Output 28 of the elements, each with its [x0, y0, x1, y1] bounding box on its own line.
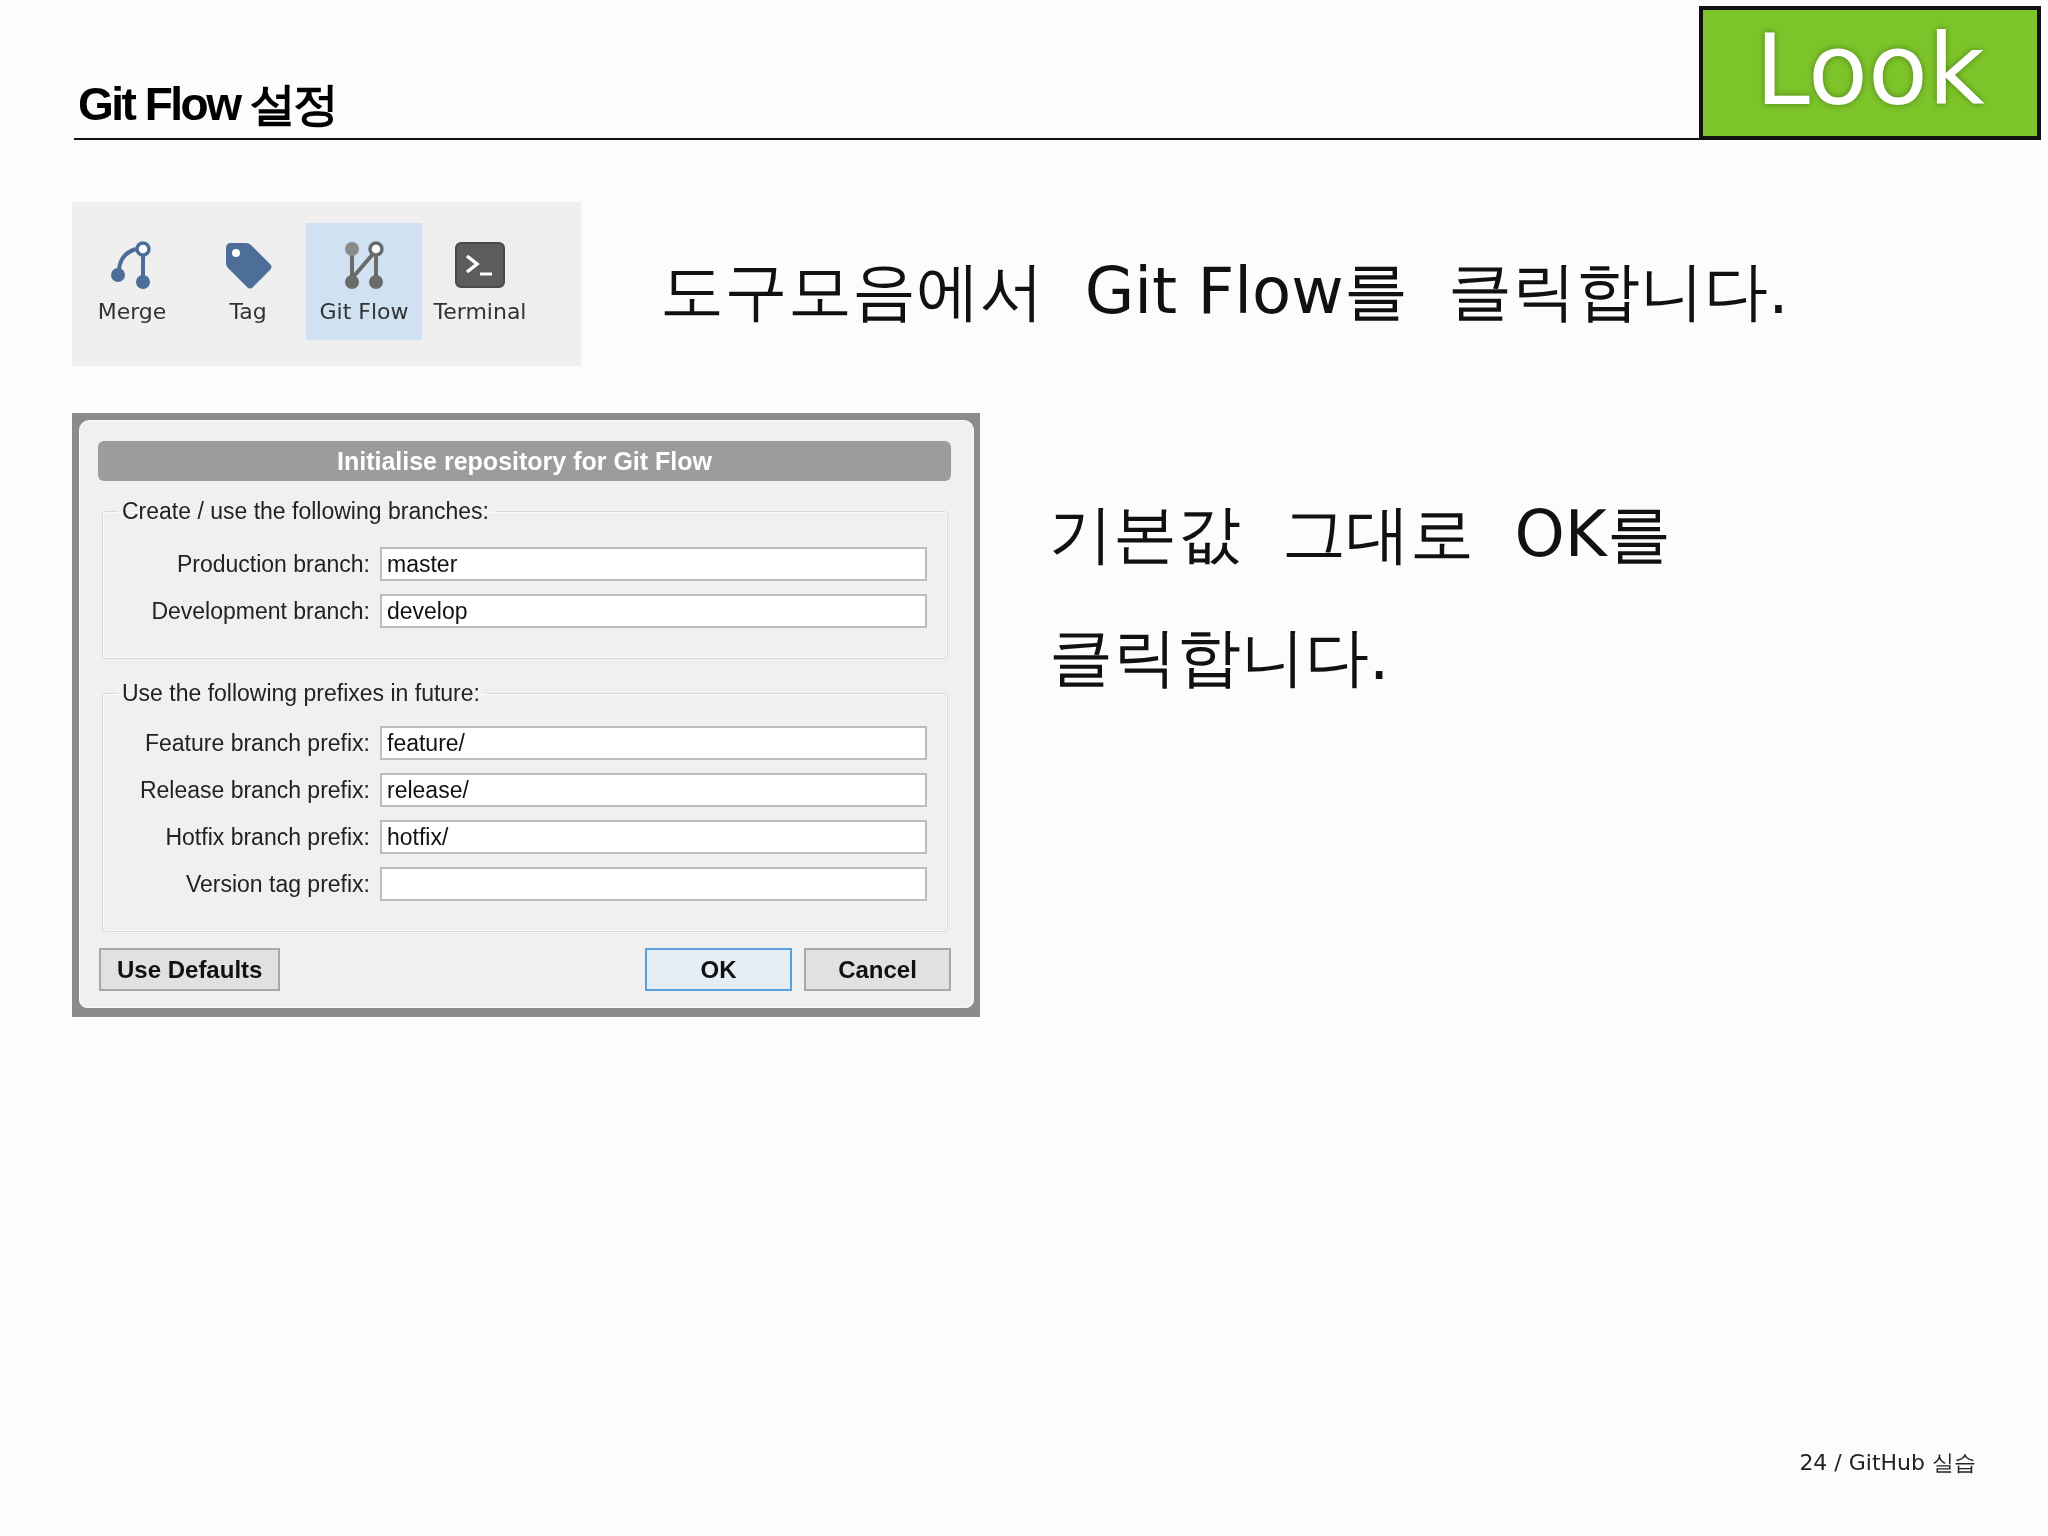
dialog-button[interactable]: Cancel [804, 948, 951, 991]
look-badge: Look [1699, 6, 2041, 140]
dialog-title: Initialise repository for Git Flow [98, 441, 951, 481]
field-label: Development branch: [151, 597, 370, 625]
toolbar-button[interactable]: Tag [190, 223, 306, 340]
text-field[interactable]: hotfix/ [380, 820, 927, 854]
dialog-button[interactable]: OK [645, 948, 792, 991]
text-field[interactable] [380, 867, 927, 901]
dialog-button[interactable]: Use Defaults [99, 948, 281, 991]
field-label: Hotfix branch prefix: [165, 823, 370, 851]
field-label: Feature branch prefix: [145, 729, 370, 757]
instruction-text: 기본값 그대로 OK를 클릭합니다. [1049, 496, 1671, 696]
group-label: Use the following prefixes in future: [121, 679, 481, 707]
slide-title: Git Flow 설정 [78, 79, 337, 130]
text-field[interactable]: develop [380, 594, 927, 628]
terminal-icon [454, 239, 506, 291]
field-label: Release branch prefix: [139, 776, 370, 804]
toolbar-button[interactable]: Git Flow [306, 223, 422, 340]
toolbar-button[interactable]: Terminal [422, 223, 538, 340]
page-footer: 24 / GitHub 실습 [1799, 1448, 1976, 1478]
field-label: Version tag prefix: [185, 870, 370, 898]
toolbar-button[interactable]: Merge [74, 223, 190, 340]
instruction-text: 도구모음에서 Git Flow를 클릭합니다. [660, 252, 1789, 330]
text-field[interactable]: release/ [380, 773, 927, 807]
text-field[interactable]: feature/ [380, 726, 927, 760]
text-field[interactable]: master [380, 547, 927, 581]
group-label: Create / use the following branches: [121, 497, 490, 525]
field-label: Production branch: [176, 550, 370, 578]
